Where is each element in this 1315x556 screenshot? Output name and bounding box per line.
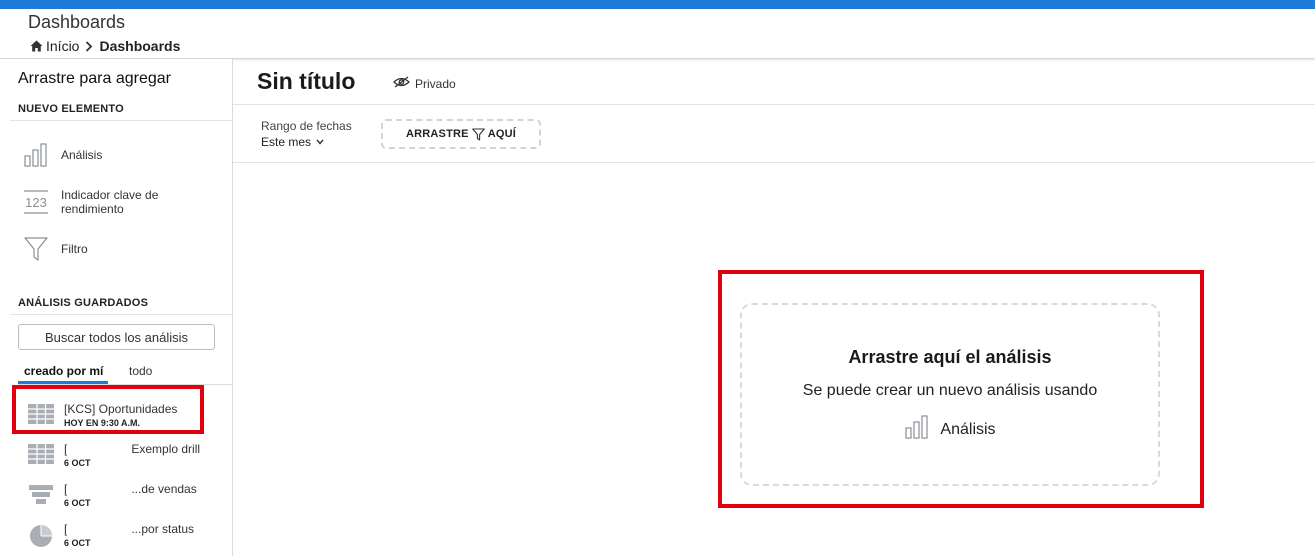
saved-analysis-name: [Exemplo drill: [64, 442, 200, 456]
privacy-label: Privado: [415, 76, 456, 91]
sidebar-title: Arrastre para agregar: [18, 70, 171, 87]
funnel-icon: [471, 127, 485, 141]
funnel-icon: [22, 236, 50, 262]
divider: [233, 104, 1315, 105]
saved-analysis-name: [...por status: [64, 522, 194, 536]
redacted-text: [67, 484, 132, 495]
chevron-right-icon: [85, 40, 93, 52]
bar-chart-icon: [22, 143, 50, 167]
name-suffix: ...de vendas: [131, 482, 197, 496]
date-range-dropdown[interactable]: Este mes: [261, 135, 324, 149]
saved-analysis-item[interactable]: [Exemplo drill 6 OCT: [28, 442, 200, 469]
add-elements-sidebar: Arrastre para agregar NUEVO ELEMENTO Aná…: [0, 59, 233, 556]
chevron-down-icon: [316, 139, 324, 145]
saved-analysis-item[interactable]: [...de vendas 6 OCT: [28, 482, 197, 509]
tab-all[interactable]: todo: [129, 364, 152, 378]
new-element-analysis[interactable]: Análisis: [22, 143, 102, 167]
eye-hidden-icon: [393, 76, 410, 91]
saved-analyses-heading: ANÁLISIS GUARDADOS: [18, 297, 149, 309]
tab-created-by-me[interactable]: creado por mí: [24, 364, 103, 378]
divider: [233, 162, 1315, 163]
filter-drop-target[interactable]: ARRASTRE AQUÍ: [381, 119, 541, 149]
svg-text:123: 123: [25, 195, 47, 210]
search-analyses-button[interactable]: Buscar todos los análisis: [18, 324, 215, 350]
drop-filter-left-text: ARRASTRE: [405, 128, 469, 140]
divider: [10, 120, 232, 121]
new-element-heading: NUEVO ELEMENTO: [18, 103, 124, 115]
drop-filter-right-text: AQUÍ: [487, 128, 517, 140]
new-element-kpi[interactable]: 123 Indicador clave de rendimiento: [22, 188, 176, 216]
app-header: Dashboards Início Dashboards: [0, 9, 1315, 59]
highlight-box-saved-item: [12, 385, 204, 434]
new-element-label: Filtro: [61, 242, 88, 256]
new-element-filter[interactable]: Filtro: [22, 236, 88, 262]
active-tab-indicator: [18, 381, 108, 384]
table-icon: [28, 444, 54, 469]
kpi-123-icon: 123: [22, 189, 50, 215]
redacted-text: [67, 444, 132, 455]
breadcrumb: Início Dashboards: [30, 38, 180, 54]
divider: [10, 314, 232, 315]
saved-analysis-date: 6 OCT: [64, 498, 91, 508]
name-suffix: ...por status: [131, 522, 195, 536]
saved-analysis-date: 6 OCT: [64, 458, 91, 468]
privacy-toggle[interactable]: Privado: [393, 76, 456, 91]
dashboard-title[interactable]: Sin título: [257, 68, 355, 95]
top-accent-bar: [0, 0, 1315, 9]
saved-analysis-date: 6 OCT: [64, 538, 91, 548]
highlight-box-drop-zone: [718, 270, 1204, 508]
date-range-value: Este mes: [261, 135, 312, 149]
breadcrumb-current: Dashboards: [99, 38, 181, 54]
breadcrumb-home-link[interactable]: Início: [46, 38, 79, 54]
saved-tabs: creado por mí todo: [18, 362, 232, 385]
name-suffix: Exemplo drill: [131, 442, 201, 456]
pie-chart-icon: [28, 524, 54, 549]
funnel-chart-icon: [28, 484, 54, 509]
new-element-label: Análisis: [61, 148, 103, 162]
saved-analysis-name: [...de vendas: [64, 482, 197, 496]
saved-analysis-item[interactable]: [...por status 6 OCT: [28, 522, 194, 549]
new-element-label: Indicador clave de rendimiento: [61, 188, 159, 216]
redacted-text: [67, 524, 132, 535]
page-title: Dashboards: [28, 12, 126, 32]
date-range-label: Rango de fechas: [261, 119, 352, 133]
home-icon[interactable]: [30, 40, 43, 52]
